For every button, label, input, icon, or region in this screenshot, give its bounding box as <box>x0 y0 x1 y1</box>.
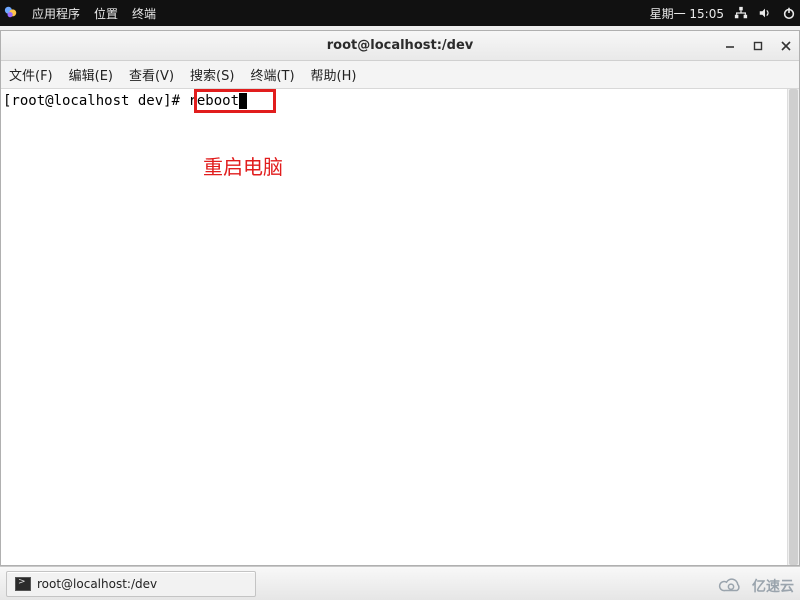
places-menu[interactable]: 位置 <box>94 5 118 22</box>
gnome-top-panel: 应用程序 位置 终端 星期一 15:05 <box>0 0 800 26</box>
minimize-button[interactable] <box>723 39 737 53</box>
menu-help[interactable]: 帮助(H) <box>303 61 365 88</box>
volume-icon[interactable] <box>758 6 772 20</box>
terminal-menu[interactable]: 终端 <box>132 5 156 22</box>
scrollbar-thumb[interactable] <box>789 89 798 565</box>
menu-edit[interactable]: 编辑(E) <box>61 61 121 88</box>
shell-prompt: [root@localhost dev]# <box>3 93 188 109</box>
window-controls <box>723 31 793 60</box>
network-icon[interactable] <box>734 6 748 20</box>
bottom-taskbar: root@localhost:/dev 亿速云 <box>0 566 800 600</box>
terminal-scrollbar[interactable] <box>787 89 799 565</box>
terminal-window: root@localhost:/dev 文件(F) 编辑(E) 查看(V) 搜索… <box>0 30 800 566</box>
annotation-label: 重启电脑 <box>203 151 283 180</box>
watermark: 亿速云 <box>716 576 794 596</box>
terminal-body[interactable]: [root@localhost dev]# reboot 重启电脑 <box>1 89 799 565</box>
taskbar-entry-terminal[interactable]: root@localhost:/dev <box>6 571 256 597</box>
menu-view[interactable]: 查看(V) <box>121 61 182 88</box>
terminal-menubar: 文件(F) 编辑(E) 查看(V) 搜索(S) 终端(T) 帮助(H) <box>1 61 799 89</box>
menu-file[interactable]: 文件(F) <box>1 61 61 88</box>
desktop: root@localhost:/dev 文件(F) 编辑(E) 查看(V) 搜索… <box>0 26 800 566</box>
terminal-icon <box>15 577 31 591</box>
cloud-icon <box>716 576 746 596</box>
close-button[interactable] <box>779 39 793 53</box>
command-highlight-box <box>194 89 276 113</box>
menu-terminal[interactable]: 终端(T) <box>242 61 302 88</box>
taskbar-entry-label: root@localhost:/dev <box>37 577 157 591</box>
watermark-text: 亿速云 <box>752 576 794 596</box>
top-panel-right: 星期一 15:05 <box>650 5 796 22</box>
window-title: root@localhost:/dev <box>327 38 474 53</box>
applications-menu[interactable]: 应用程序 <box>32 5 80 22</box>
app-logo-icon <box>4 5 18 22</box>
power-icon[interactable] <box>782 6 796 20</box>
window-titlebar[interactable]: root@localhost:/dev <box>1 31 799 61</box>
menu-search[interactable]: 搜索(S) <box>182 61 242 88</box>
top-panel-left: 应用程序 位置 终端 <box>4 5 156 22</box>
maximize-button[interactable] <box>751 39 765 53</box>
clock[interactable]: 星期一 15:05 <box>650 5 724 22</box>
